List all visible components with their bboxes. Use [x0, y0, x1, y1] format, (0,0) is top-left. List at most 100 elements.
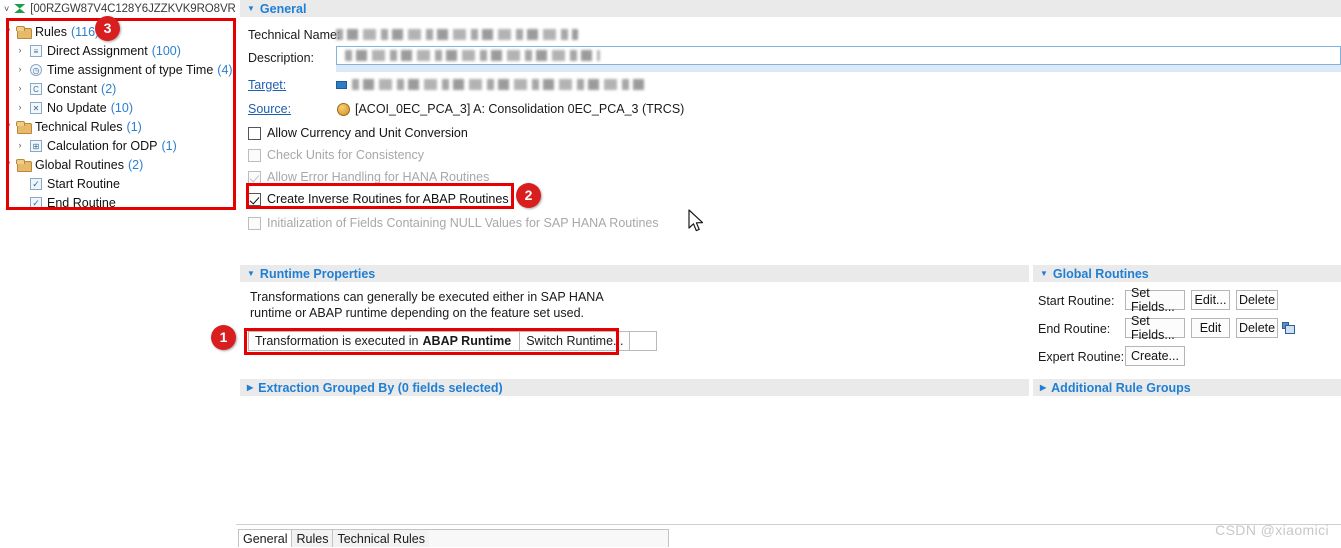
chevron-right-icon[interactable]: ›: [12, 103, 28, 112]
open-editor-icon-front: [1285, 325, 1295, 334]
section-header-global-routines[interactable]: ▼ Global Routines: [1033, 265, 1341, 282]
checkbox-allow-currency-unit-conversion[interactable]: Allow Currency and Unit Conversion: [248, 126, 468, 140]
tree-node-label: Calculation for ODP: [47, 138, 158, 153]
tree-node-count: (4): [217, 62, 233, 77]
end-routine-delete-button[interactable]: Delete: [1236, 318, 1278, 338]
tree-node-constant[interactable]: › C Constant (2): [0, 79, 236, 98]
tree-node-global-routines[interactable]: ˅ Global Routines (2): [0, 155, 236, 174]
time-assignment-icon: ◷: [28, 63, 44, 77]
section-header-extraction-grouped-by[interactable]: ▶ Extraction Grouped By (0 fields select…: [240, 379, 1029, 396]
checkbox-create-inverse-routines-abap[interactable]: Create Inverse Routines for ABAP Routine…: [248, 192, 509, 206]
chevron-right-icon[interactable]: ›: [12, 65, 28, 74]
runtime-bar-filler: [630, 332, 657, 350]
checkbox-label: Create Inverse Routines for ABAP Routine…: [267, 192, 509, 206]
runtime-status-text: Transformation is executed in ABAP Runti…: [249, 332, 519, 350]
tree-node-time-assignment[interactable]: › ◷ Time assignment of type Time (4): [0, 60, 236, 79]
rules-tree-panel: ˅ [00RZGW87V4C128Y6JZZKVK9RO8VRH ˅ Rules…: [0, 0, 236, 548]
chevron-right-icon[interactable]: ›: [12, 84, 28, 93]
calculation-odp-icon: ⊞: [28, 139, 44, 153]
description-label: Description:: [248, 51, 314, 65]
tree-node-start-routine[interactable]: ✓ Start Routine: [0, 174, 236, 193]
tree-node-count: (100): [151, 43, 181, 58]
triangle-right-icon: ▶: [1040, 382, 1047, 392]
tree-node-no-update[interactable]: › ✕ No Update (10): [0, 98, 236, 117]
editor-area: ▼ General Technical Name: Description: T…: [236, 0, 1341, 548]
transformation-icon: [13, 3, 26, 15]
tree-node-direct-assignment[interactable]: › ≡ Direct Assignment (100): [0, 41, 236, 60]
runtime-status-bar: Transformation is executed in ABAP Runti…: [248, 331, 658, 351]
description-input[interactable]: [336, 46, 1341, 65]
tree-node-end-routine[interactable]: ✓ End Routine: [0, 193, 236, 212]
checkbox-label: Allow Currency and Unit Conversion: [267, 126, 468, 140]
folder-icon: [16, 120, 32, 134]
end-routine-label: End Routine:: [1038, 322, 1111, 336]
checkbox-box: [248, 170, 261, 184]
section-header-general[interactable]: ▼ General: [240, 0, 1341, 17]
tree-node-label: Technical Rules: [35, 119, 123, 134]
checkbox-allow-error-handling-hana: Allow Error Handling for HANA Routines: [248, 170, 489, 184]
tree-node-count: (2): [127, 157, 144, 172]
switch-runtime-button[interactable]: Switch Runtime...: [519, 332, 631, 350]
folder-icon: [16, 158, 32, 172]
annotation-badge-1: 1: [211, 325, 236, 350]
tree-node-label: Time assignment of type Time: [47, 62, 214, 77]
routine-icon: ✓: [28, 196, 44, 210]
chevron-right-icon[interactable]: ›: [12, 141, 28, 150]
section-title: Global Routines: [1052, 266, 1149, 281]
section-header-additional-rule-groups[interactable]: ▶ Additional Rule Groups: [1033, 379, 1341, 396]
end-routine-set-fields-button[interactable]: Set Fields...: [1125, 314, 1185, 342]
chevron-down-icon[interactable]: ˅: [0, 27, 16, 36]
source-link[interactable]: Source:: [248, 102, 291, 116]
chevron-down-icon[interactable]: ˅: [4, 4, 9, 14]
start-routine-delete-button[interactable]: Delete: [1236, 290, 1278, 310]
tree-node-count: (2): [101, 81, 117, 96]
tab-general[interactable]: General: [238, 529, 293, 547]
tree-node-label: Rules: [35, 24, 67, 39]
tab-technical-rules[interactable]: Technical Rules: [332, 529, 430, 547]
section-header-runtime-properties[interactable]: ▼ Runtime Properties: [240, 265, 1029, 282]
constant-icon: C: [28, 82, 44, 96]
target-link[interactable]: Target:: [248, 78, 286, 92]
button-label: Set Fields...: [1131, 286, 1175, 314]
watermark-label: CSDN @xiaomici: [1215, 522, 1329, 538]
tree-body: ˅ Rules (116) › ≡ Direct Assignment (100…: [0, 18, 236, 548]
button-label: Delete: [1238, 321, 1276, 335]
tree-titlebar: ˅ [00RZGW87V4C128Y6JZZKVK9RO8VRH: [0, 0, 236, 18]
tabbar-separator: [236, 524, 1341, 525]
no-update-icon: ✕: [28, 101, 44, 115]
chevron-right-icon[interactable]: ›: [12, 46, 28, 55]
expert-routine-create-button[interactable]: Create...: [1125, 346, 1185, 366]
tree-node-count: (1): [161, 138, 177, 153]
button-label: Create...: [1131, 349, 1179, 363]
checkbox-box[interactable]: [248, 192, 261, 206]
section-title: Additional Rule Groups: [1051, 380, 1191, 395]
tree-node-calculation-for-odp[interactable]: › ⊞ Calculation for ODP (1): [0, 136, 236, 155]
switch-runtime-label: Switch Runtime...: [526, 334, 624, 348]
source-value: [ACOI_0EC_PCA_3] A: Consolidation 0EC_PC…: [355, 102, 685, 116]
button-label: Edit: [1199, 321, 1222, 335]
triangle-right-icon: ▶: [247, 382, 254, 392]
open-editor-icon[interactable]: [1282, 322, 1295, 334]
annotation-badge-3: 3: [95, 16, 120, 41]
tab-rules[interactable]: Rules: [291, 529, 334, 547]
checkbox-label: Allow Error Handling for HANA Routines: [267, 170, 490, 184]
folder-icon: [16, 25, 32, 39]
tree-node-count: (10): [110, 100, 133, 115]
checkbox-box[interactable]: [248, 126, 261, 140]
chevron-down-icon[interactable]: ˅: [0, 122, 16, 131]
chevron-down-icon[interactable]: ˅: [0, 160, 16, 169]
checkbox-box: [248, 216, 261, 230]
transformation-editor-window: ˅ [00RZGW87V4C128Y6JZZKVK9RO8VRH ˅ Rules…: [0, 0, 1341, 548]
mouse-cursor: [688, 209, 706, 235]
description-value: [345, 50, 600, 61]
end-routine-edit-button[interactable]: Edit: [1191, 318, 1230, 338]
start-routine-edit-button[interactable]: Edit...: [1191, 290, 1230, 310]
tree-node-label: No Update: [47, 100, 107, 115]
checkbox-label: Initialization of Fields Containing NULL…: [267, 216, 659, 230]
checkbox-check-units-consistency: Check Units for Consistency: [248, 148, 424, 162]
tree-node-label: Constant: [47, 81, 98, 96]
tree-node-technical-rules[interactable]: ˅ Technical Rules (1): [0, 117, 236, 136]
checkbox-label: Check Units for Consistency: [267, 148, 425, 162]
section-title: Extraction Grouped By (0 fields selected…: [258, 380, 503, 395]
start-routine-set-fields-button[interactable]: Set Fields...: [1125, 286, 1185, 314]
